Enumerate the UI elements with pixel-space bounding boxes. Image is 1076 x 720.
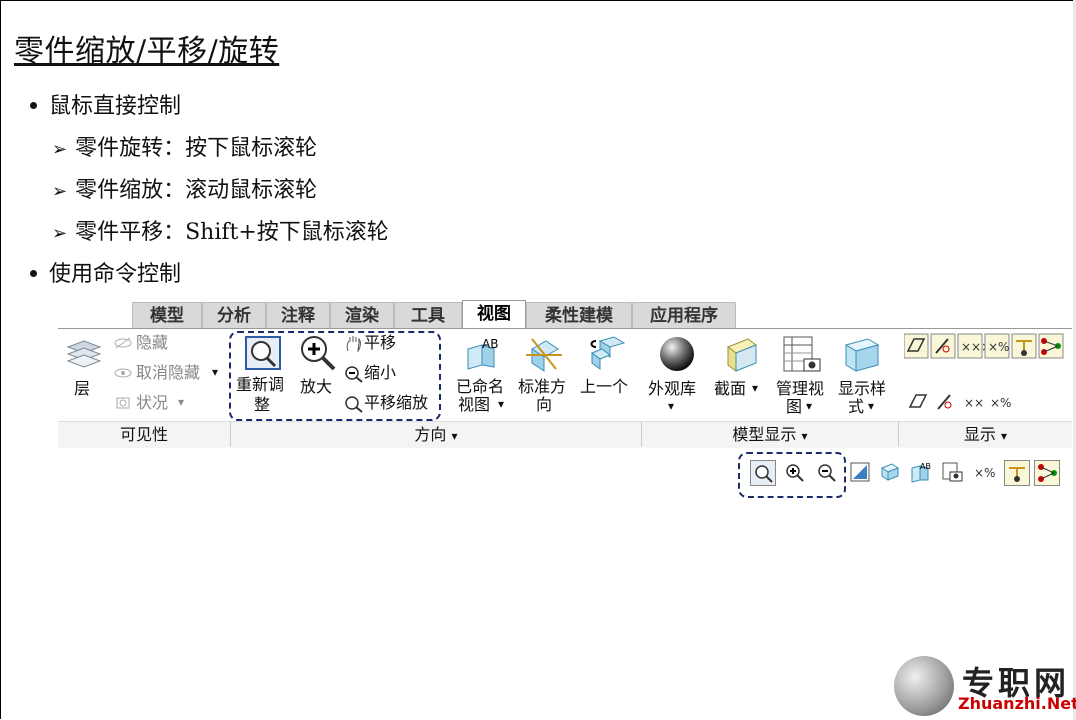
standard-orientation-label-line-2[interactable]: 向 xyxy=(536,395,552,414)
group-show[interactable]: 显示 ▾ xyxy=(899,421,1072,448)
previous-view-button[interactable]: 上一个 xyxy=(580,377,628,396)
toolbar-display-style-icon[interactable] xyxy=(878,460,904,486)
tab-render[interactable]: 渲染 xyxy=(330,302,394,328)
standard-orientation-label-line-1[interactable]: 标准方 xyxy=(518,377,566,396)
status-icon xyxy=(114,395,132,415)
tab-flexible-modeling[interactable]: 柔性建模 xyxy=(526,302,632,328)
toolbar-spin-center-icon[interactable]: ×% xyxy=(972,460,998,486)
toolbar-named-views-icon[interactable]: AB xyxy=(908,460,934,486)
previous-view-icon[interactable] xyxy=(586,335,626,377)
standard-orientation-icon[interactable] xyxy=(524,335,564,377)
group-visibility: 可见性 xyxy=(58,421,230,448)
display-style-label-line-1[interactable]: 显示样 xyxy=(838,379,886,398)
unhide-button[interactable]: 取消隐藏 xyxy=(136,363,200,382)
group-orientation[interactable]: 方向 ▾ xyxy=(231,421,641,448)
svg-text:AB: AB xyxy=(920,462,931,471)
display-style-dropdown-icon[interactable]: ▾ xyxy=(868,397,874,416)
named-views-label-line-1[interactable]: 已命名 xyxy=(456,377,504,396)
layers-icon[interactable] xyxy=(66,339,102,375)
display-style-icon[interactable] xyxy=(842,335,882,377)
arrow-bullet-icon: ➢ xyxy=(52,223,68,244)
tab-annotate[interactable]: 注释 xyxy=(266,302,330,328)
bullet-dot xyxy=(30,101,37,109)
hide-icon xyxy=(114,335,132,354)
status-dropdown-icon[interactable]: ▾ xyxy=(178,393,184,412)
manage-views-label-line-1[interactable]: 管理视 xyxy=(776,379,824,398)
section-dropdown-icon[interactable]: ▾ xyxy=(752,379,758,398)
named-views-icon[interactable]: AB xyxy=(462,337,502,375)
group-model-display[interactable]: 模型显示 ▾ xyxy=(642,421,898,448)
svg-text:××: ×× xyxy=(964,396,984,410)
arrow-bullet-icon: ➢ xyxy=(52,139,68,160)
display-style-label-line-2[interactable]: 式 xyxy=(848,397,864,416)
slide-title: 零件缩放/平移/旋转 xyxy=(14,34,280,69)
svg-text:×%: ×% xyxy=(974,466,995,480)
bullet-dot xyxy=(30,269,37,277)
section-icon[interactable] xyxy=(722,335,760,377)
sub-bullet-1: ➢ 零件旋转：按下鼠标滚轮 xyxy=(52,136,318,161)
tab-view[interactable]: 视图 xyxy=(462,300,526,329)
zoom-commands-highlight xyxy=(229,331,441,421)
unhide-dropdown-icon[interactable]: ▾ xyxy=(212,363,218,382)
named-views-label-line-2[interactable]: 视图 xyxy=(458,395,490,414)
tab-tools[interactable]: 工具 xyxy=(394,302,462,328)
svg-text:AB: AB xyxy=(482,337,498,351)
svg-text:×%: ×% xyxy=(990,396,1011,410)
toolbar-annotation-display-icon[interactable] xyxy=(1034,460,1060,486)
toolbar-zoom-highlight xyxy=(738,452,846,498)
tab-applications[interactable]: 应用程序 xyxy=(632,302,736,328)
unhide-icon xyxy=(114,365,132,384)
appearance-gallery-button[interactable]: 外观库 xyxy=(648,379,696,398)
bullet-1: 鼠标直接控制 xyxy=(30,88,181,120)
manage-views-icon[interactable] xyxy=(782,335,822,379)
logo-url: Zhuanzhi.Net xyxy=(958,694,1076,713)
svg-text:×%: ×% xyxy=(988,340,1009,354)
arrow-bullet-icon: ➢ xyxy=(52,181,68,202)
appearance-gallery-icon[interactable] xyxy=(658,335,696,377)
ribbon-screenshot: 模型 分析 注释 渲染 工具 视图 柔性建模 应用程序 层 隐藏 取消隐藏 ▾ … xyxy=(58,300,1072,449)
ribbon-body: 层 隐藏 取消隐藏 ▾ 状况 ▾ 重新调 整 放大 平移 缩小 平移缩放 AB … xyxy=(58,328,1072,449)
status-button[interactable]: 状况 xyxy=(136,393,168,412)
datum-display-toggles-row-2: ×× ×% xyxy=(906,389,1016,413)
manage-views-label-line-2[interactable]: 图 xyxy=(786,397,802,416)
manage-views-dropdown-icon[interactable]: ▾ xyxy=(806,397,812,416)
named-views-dropdown-icon[interactable]: ▾ xyxy=(498,395,504,414)
tab-model[interactable]: 模型 xyxy=(132,302,202,328)
section-button[interactable]: 截面 xyxy=(714,379,746,398)
hide-button[interactable]: 隐藏 xyxy=(136,333,168,352)
datum-display-toggles: ××× ×% xyxy=(903,333,1066,359)
logo-globe-icon xyxy=(894,656,954,716)
appearance-dropdown-icon[interactable]: ▾ xyxy=(668,397,674,416)
sub-bullet-3: ➢ 零件平移：Shift+按下鼠标滚轮 xyxy=(52,220,389,245)
toolbar-saved-views-icon[interactable] xyxy=(940,460,966,486)
toolbar-datum-display-icon[interactable] xyxy=(1004,460,1030,486)
tab-analysis[interactable]: 分析 xyxy=(202,302,266,328)
sub-bullet-2: ➢ 零件缩放：滚动鼠标滚轮 xyxy=(52,178,318,203)
bullet-2: 使用命令控制 xyxy=(30,256,181,288)
layer-button[interactable]: 层 xyxy=(74,379,90,398)
toolbar-repaint-icon[interactable] xyxy=(848,460,874,486)
